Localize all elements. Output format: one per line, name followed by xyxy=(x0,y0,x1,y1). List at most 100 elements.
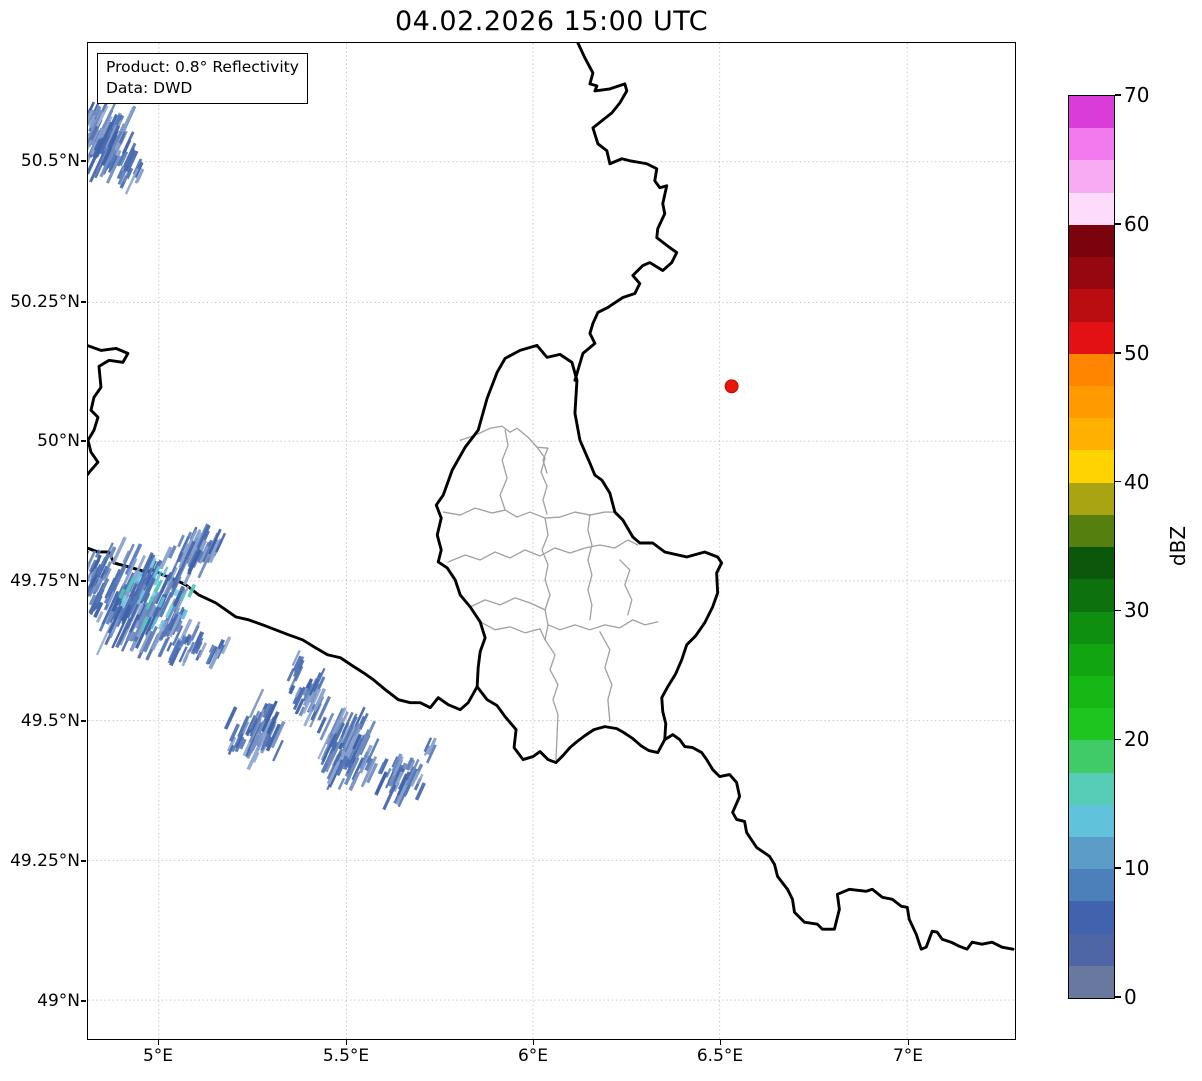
radar-echo-streak xyxy=(122,106,136,130)
y-axis-tick-mark xyxy=(81,580,86,582)
colorbar-segment xyxy=(1069,933,1114,966)
colorbar-segment xyxy=(1069,547,1114,580)
y-axis-tick-label: 50.25°N xyxy=(10,292,80,312)
colorbar-segment xyxy=(1069,643,1114,676)
colorbar-segment xyxy=(1069,128,1114,161)
x-axis-tick-mark xyxy=(719,1040,721,1045)
radar-figure: 04.02.2026 15:00 UTC Product: 0.8° Refle… xyxy=(0,0,1202,1081)
colorbar-segment xyxy=(1069,611,1114,644)
colorbar-segment xyxy=(1069,257,1114,290)
y-axis-tick-label: 49.25°N xyxy=(10,851,80,871)
y-axis-tick-mark xyxy=(81,160,86,162)
colorbar-segment xyxy=(1069,772,1114,805)
y-axis-tick-mark xyxy=(81,860,86,862)
colorbar-tick-label: 60 xyxy=(1124,211,1150,236)
colorbar-segment xyxy=(1069,514,1114,548)
colorbar-segment xyxy=(1069,804,1114,838)
luxembourg-border xyxy=(434,343,724,765)
colorbar-segment xyxy=(1069,965,1114,999)
canton-boundary-line xyxy=(469,597,546,611)
echo-cluster-west-cluster-ne xyxy=(167,523,227,582)
x-axis-tick-label: 6°E xyxy=(517,1046,549,1066)
colorbar-segment xyxy=(1069,740,1114,773)
colorbar-tick-label: 10 xyxy=(1124,856,1150,881)
echo-cluster-isolated-streak xyxy=(423,737,437,764)
product-annotation: Product: 0.8° Reflectivity Data: DWD xyxy=(97,53,308,104)
colorbar-tick-mark xyxy=(1114,738,1121,740)
colorbar-tick-label: 30 xyxy=(1124,598,1150,623)
canton-boundary-line xyxy=(547,619,659,631)
echo-cluster-south-band-top xyxy=(286,649,305,682)
y-axis-tick-label: 49°N xyxy=(37,991,80,1011)
canton-boundary-line xyxy=(544,639,559,761)
canton-boundary-line xyxy=(599,631,613,723)
product-annotation-line2: Data: DWD xyxy=(106,78,193,97)
x-axis-tick-mark xyxy=(345,1040,347,1045)
colorbar-segment xyxy=(1069,385,1114,419)
map-plot-area: Product: 0.8° Reflectivity Data: DWD xyxy=(87,42,1016,1040)
colorbar-tick-mark xyxy=(1114,996,1121,998)
x-axis-tick-mark xyxy=(907,1040,909,1045)
x-axis-tick-label: 7°E xyxy=(892,1046,924,1066)
colorbar-segment xyxy=(1069,450,1114,483)
echo-cluster-south-band-1 xyxy=(223,688,286,771)
colorbar-tick-mark xyxy=(1114,867,1121,869)
y-axis-tick-mark xyxy=(81,720,86,722)
colorbar-segment xyxy=(1069,579,1114,612)
echo-cluster-south-band-4 xyxy=(374,753,426,811)
radar-map-canvas xyxy=(88,43,1015,1039)
radar-echo-streak xyxy=(88,563,91,572)
colorbar-tick-mark xyxy=(1114,609,1121,612)
colorbar-segment xyxy=(1069,869,1114,902)
canton-boundary-line xyxy=(499,429,509,511)
echo-cluster-west-cluster-bit xyxy=(198,636,232,670)
colorbar-segment xyxy=(1069,160,1114,193)
colorbar-tick-mark xyxy=(1114,223,1121,225)
colorbar-tick-label: 70 xyxy=(1124,83,1150,107)
colorbar-segment xyxy=(1069,192,1114,225)
colorbar-segment xyxy=(1069,837,1114,870)
canton-boundary-line xyxy=(541,517,551,641)
radar-echo-streak xyxy=(223,706,238,730)
belgium-germany-border xyxy=(573,43,679,382)
canton-boundary-line xyxy=(619,559,633,616)
colorbar-segment xyxy=(1069,353,1114,386)
canton-boundary-line xyxy=(536,446,548,515)
colorbar-unit-label: dBZ xyxy=(1166,525,1190,567)
colorbar-tick-label: 0 xyxy=(1124,985,1137,1009)
y-axis-tick-mark xyxy=(81,1000,86,1002)
echo-cluster-south-band-3 xyxy=(317,706,380,792)
colorbar-segment xyxy=(1069,289,1114,322)
colorbar-segment xyxy=(1069,482,1114,515)
colorbar-segment xyxy=(1069,224,1114,258)
colorbar-tick-mark xyxy=(1114,94,1121,96)
france-germany-border xyxy=(663,733,1015,951)
product-annotation-line1: Product: 0.8° Reflectivity xyxy=(106,58,299,76)
y-axis-tick-label: 50°N xyxy=(37,431,80,451)
colorbar xyxy=(1068,95,1115,999)
y-axis-tick-label: 49.75°N xyxy=(10,571,80,591)
radar-site-marker xyxy=(724,379,739,394)
colorbar-segment xyxy=(1069,675,1114,709)
x-axis-tick-mark xyxy=(532,1040,534,1045)
radar-echo-streak xyxy=(166,641,173,652)
colorbar-tick-mark xyxy=(1114,480,1121,483)
colorbar-tick-label: 20 xyxy=(1124,727,1150,752)
colorbar-segment xyxy=(1069,418,1114,451)
colorbar-tick-label: 50 xyxy=(1124,340,1150,365)
radar-echo-streak xyxy=(177,534,185,548)
colorbar-segment xyxy=(1069,321,1114,354)
radar-echo-streak xyxy=(286,668,295,682)
x-axis-tick-label: 5°E xyxy=(142,1046,174,1066)
colorbar-tick-label: 40 xyxy=(1124,469,1150,494)
canton-boundary-line xyxy=(479,621,546,641)
x-axis-tick-mark xyxy=(157,1040,159,1045)
y-axis-tick-mark xyxy=(81,440,86,442)
radar-echo-streak xyxy=(337,777,346,790)
colorbar-segment xyxy=(1069,96,1114,129)
colorbar-segment xyxy=(1069,901,1114,934)
y-axis-tick-label: 49.5°N xyxy=(20,711,80,731)
colorbar-segment xyxy=(1069,708,1114,741)
radar-echo-streak xyxy=(157,638,168,658)
y-axis-tick-label: 50.5°N xyxy=(20,151,80,171)
